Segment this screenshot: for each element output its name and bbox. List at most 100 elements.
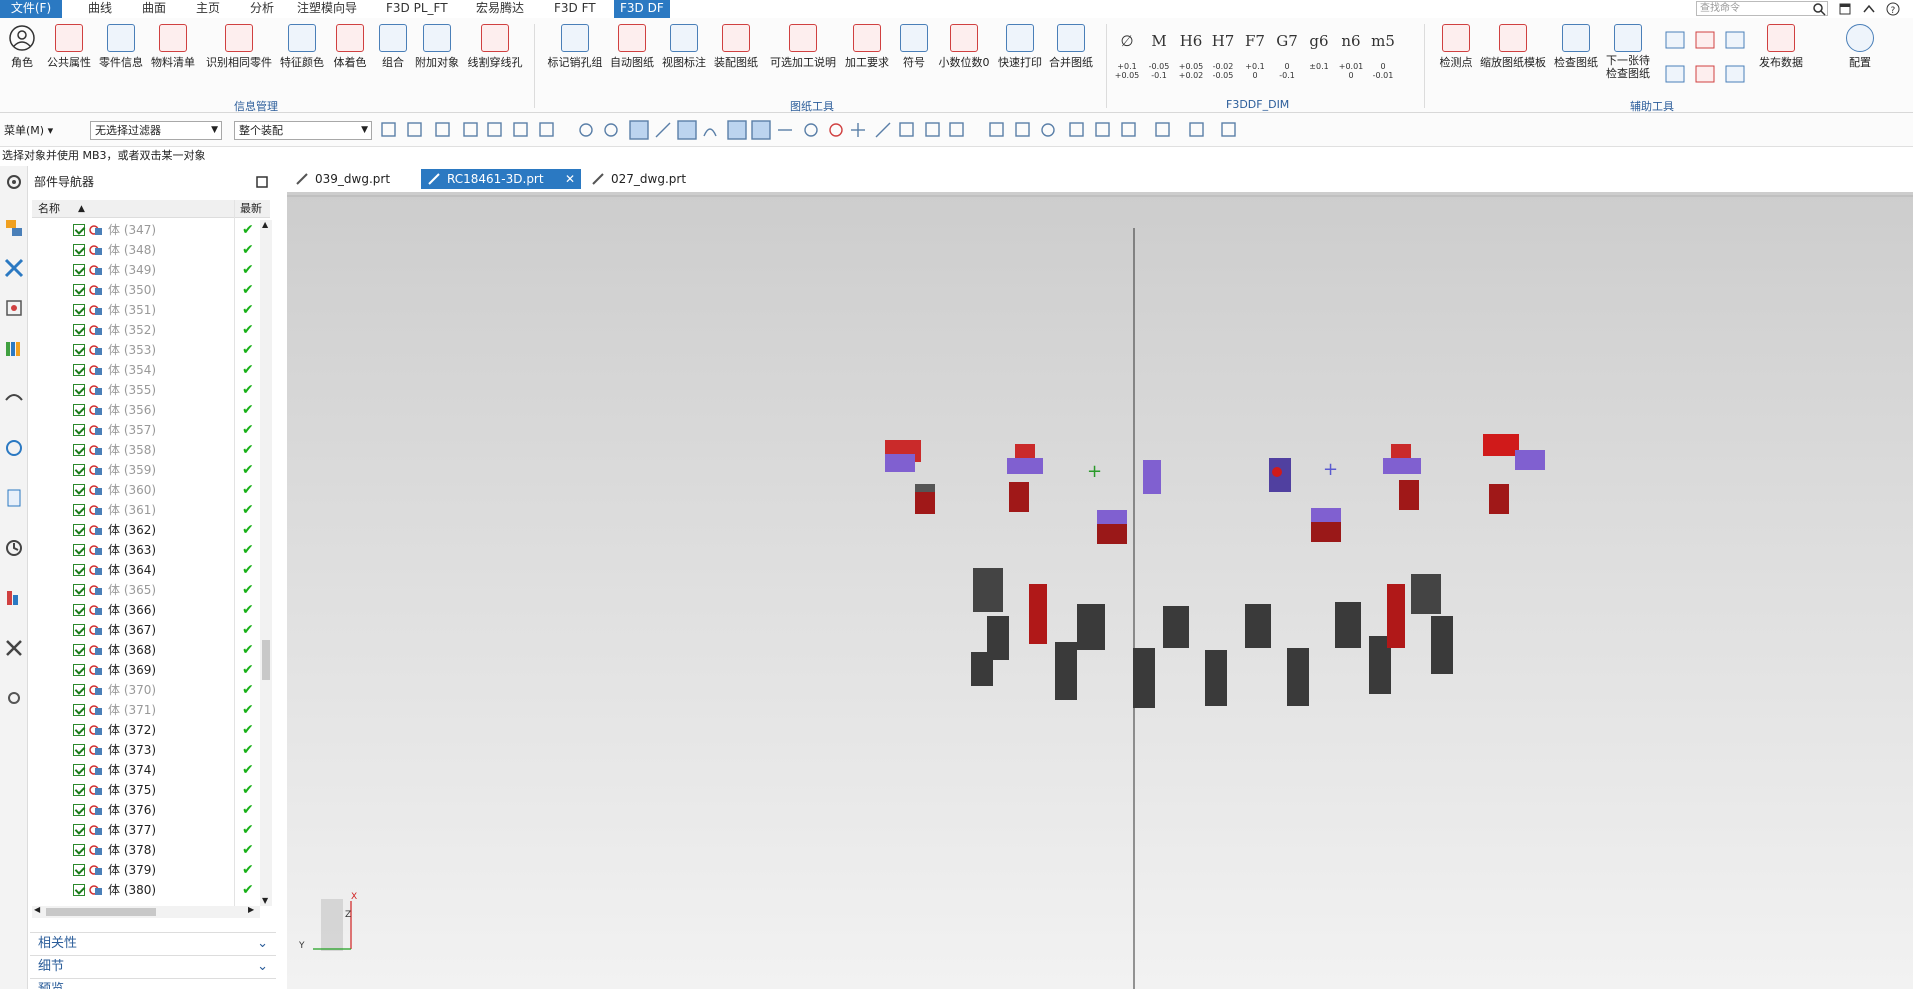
tree-row[interactable]: 体 (349) ✔ — [32, 260, 270, 280]
scope-select[interactable]: 整个装配 ▼ — [234, 121, 372, 140]
visibility-checkbox[interactable] — [73, 444, 85, 456]
tree-row[interactable]: 体 (350) ✔ — [32, 280, 270, 300]
dim-symbol-button[interactable]: g6 — [1304, 32, 1334, 50]
tree-row[interactable]: 体 (356) ✔ — [32, 400, 270, 420]
public-attr-button[interactable]: 公共属性 — [44, 24, 94, 70]
tree-row[interactable]: 体 (368) ✔ — [32, 640, 270, 660]
tree-row[interactable]: 体 (352) ✔ — [32, 320, 270, 340]
tree-row[interactable]: 体 (367) ✔ — [32, 620, 270, 640]
visibility-checkbox[interactable] — [73, 584, 85, 596]
view-annotate-button[interactable]: 视图标注 — [660, 24, 708, 70]
tree-row[interactable]: 体 (360) ✔ — [32, 480, 270, 500]
dim-tolerance-button[interactable]: ±0.1 — [1304, 62, 1334, 71]
auto-drawing-button[interactable]: 自动图纸 — [608, 24, 656, 70]
tree-row[interactable]: 体 (374) ✔ — [32, 760, 270, 780]
assembly-nav-icon[interactable] — [4, 218, 24, 238]
visibility-checkbox[interactable] — [73, 504, 85, 516]
tree-row[interactable]: 体 (364) ✔ — [32, 560, 270, 580]
machining-req-button[interactable]: 加工要求 — [842, 24, 892, 70]
scroll-thumb[interactable] — [262, 640, 270, 680]
attach-object-button[interactable]: 附加对象 — [412, 24, 462, 70]
visibility-checkbox[interactable] — [73, 764, 85, 776]
tree-row[interactable]: 体 (359) ✔ — [32, 460, 270, 480]
dim-symbol-button[interactable]: H6 — [1176, 32, 1206, 50]
graphics-viewport[interactable]: + + Y Z X — [287, 192, 1913, 989]
tab-f3d-ft[interactable]: F3D FT — [548, 0, 602, 18]
dim-tolerance-button[interactable]: -0.05 -0.1 — [1144, 62, 1174, 80]
visibility-checkbox[interactable] — [73, 464, 85, 476]
dim-tolerance-button[interactable]: -0.02 -0.05 — [1208, 62, 1238, 80]
tab-home[interactable]: 主页 — [190, 0, 226, 18]
publish-data-button[interactable]: 发布数据 — [1756, 24, 1806, 70]
mark-pin-hole-button[interactable]: 标记销孔组 — [546, 24, 604, 70]
visibility-checkbox[interactable] — [73, 844, 85, 856]
visibility-checkbox[interactable] — [73, 684, 85, 696]
tree-row[interactable]: 体 (365) ✔ — [32, 580, 270, 600]
visibility-checkbox[interactable] — [73, 824, 85, 836]
visibility-checkbox[interactable] — [73, 364, 85, 376]
visibility-checkbox[interactable] — [73, 564, 85, 576]
tree-row[interactable]: 体 (375) ✔ — [32, 780, 270, 800]
visibility-checkbox[interactable] — [73, 264, 85, 276]
bom-button[interactable]: 物料清单 — [148, 24, 198, 70]
window-icon[interactable] — [1838, 2, 1852, 16]
visibility-checkbox[interactable] — [73, 864, 85, 876]
constraint-nav-icon[interactable] — [4, 258, 24, 278]
command-search-input[interactable]: 查找命令 — [1696, 1, 1828, 16]
close-icon[interactable]: ✕ — [565, 169, 575, 189]
accordion-dependencies[interactable]: 相关性 ⌄ — [30, 932, 276, 954]
tab-f3d-df[interactable]: F3D DF — [614, 0, 670, 18]
tree-row[interactable]: 体 (361) ✔ — [32, 500, 270, 520]
optional-note-button[interactable]: 可选加工说明 — [768, 24, 838, 70]
dim-symbol-button[interactable]: ∅ — [1112, 32, 1142, 50]
tree-row[interactable]: 体 (351) ✔ — [32, 300, 270, 320]
identify-same-part-button[interactable]: 识别相同零件 — [204, 24, 274, 70]
web-icon[interactable] — [4, 438, 24, 458]
menu-button[interactable]: 菜单(M) ▾ — [4, 122, 53, 138]
help-icon[interactable]: ? — [1886, 2, 1900, 16]
assembly-drawing-button[interactable]: 装配图纸 — [712, 24, 760, 70]
visibility-checkbox[interactable] — [73, 324, 85, 336]
visibility-checkbox[interactable] — [73, 404, 85, 416]
visibility-checkbox[interactable] — [73, 344, 85, 356]
visibility-checkbox[interactable] — [73, 384, 85, 396]
file-menu[interactable]: 文件(F) — [0, 0, 62, 18]
visibility-checkbox[interactable] — [73, 884, 85, 896]
visibility-checkbox[interactable] — [73, 284, 85, 296]
tree-row[interactable]: 体 (378) ✔ — [32, 840, 270, 860]
combine-button[interactable]: 组合 — [376, 24, 410, 70]
dim-tolerance-button[interactable]: 0 -0.01 — [1368, 62, 1398, 80]
visibility-checkbox[interactable] — [73, 704, 85, 716]
tree-row[interactable]: 体 (355) ✔ — [32, 380, 270, 400]
tree-row[interactable]: 体 (371) ✔ — [32, 700, 270, 720]
visibility-checkbox[interactable] — [73, 804, 85, 816]
view-icon[interactable] — [4, 388, 24, 408]
history-icon[interactable] — [4, 538, 24, 558]
visibility-checkbox[interactable] — [73, 724, 85, 736]
dim-symbol-button[interactable]: m5 — [1368, 32, 1398, 50]
decimal-places-button[interactable]: 小数位数0 — [936, 24, 992, 70]
quick-print-button[interactable]: 快速打印 — [996, 24, 1044, 70]
sort-up-icon[interactable]: ▲ — [78, 200, 85, 218]
snap-toolbar-icons[interactable] — [380, 120, 1260, 140]
column-name-header[interactable]: 名称 — [38, 200, 60, 218]
config-button[interactable]: 配置 — [1840, 24, 1880, 70]
dim-symbol-button[interactable]: F7 — [1240, 32, 1270, 50]
visibility-checkbox[interactable] — [73, 624, 85, 636]
tree-row[interactable]: 体 (362) ✔ — [32, 520, 270, 540]
tree-row[interactable]: 体 (380) ✔ — [32, 880, 270, 900]
check-point-button[interactable]: 检测点 — [1436, 24, 1476, 70]
tab-f3d-pl-ft[interactable]: F3D PL_FT — [380, 0, 454, 18]
dim-symbol-button[interactable]: H7 — [1208, 32, 1238, 50]
tree-row[interactable]: 体 (370) ✔ — [32, 680, 270, 700]
palette-icon[interactable] — [4, 588, 24, 608]
filter-select[interactable]: 无选择过滤器 ▼ — [90, 121, 222, 140]
tree-row[interactable]: 体 (357) ✔ — [32, 420, 270, 440]
column-latest-header[interactable]: 最新 — [240, 200, 262, 218]
part-nav-icon[interactable] — [4, 298, 24, 318]
dim-tolerance-button[interactable]: +0.1 0 — [1240, 62, 1270, 80]
tree-row[interactable]: 体 (377) ✔ — [32, 820, 270, 840]
chevron-up-icon[interactable] — [1862, 2, 1876, 16]
symbol-button[interactable]: 符号 — [896, 24, 932, 70]
tab-039-dwg[interactable]: 039_dwg.prt — [289, 169, 407, 189]
